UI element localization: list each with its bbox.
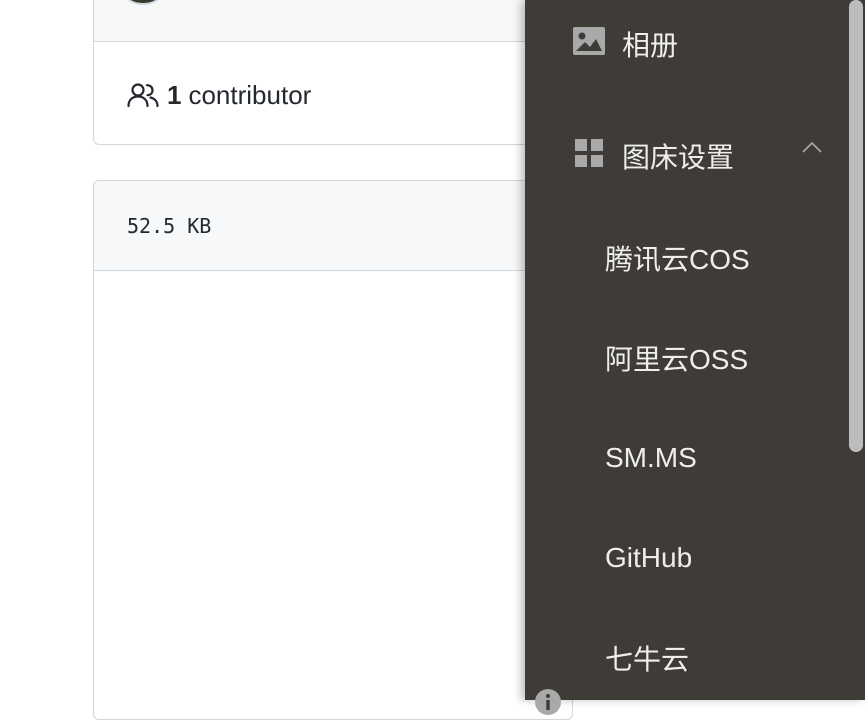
menu-item-image-host-settings[interactable]: 图床设置	[525, 112, 865, 194]
info-icon[interactable]	[534, 688, 562, 716]
submenu-item-tencent-cos[interactable]: 腾讯云COS	[525, 208, 865, 308]
commit-card: 1 contributor	[93, 0, 573, 145]
menu-item-album[interactable]: 相册	[525, 0, 865, 82]
submenu-item-qiniu[interactable]: 七牛云	[525, 608, 865, 708]
submenu-item-github[interactable]: GitHub	[525, 508, 865, 608]
contributor-count: 1	[167, 79, 182, 110]
menu-item-album-label: 相册	[622, 30, 679, 61]
people-icon	[127, 82, 159, 108]
file-card: 52.5 KB	[93, 180, 573, 720]
grid-icon	[572, 136, 606, 170]
submenu-item-label: 七牛云	[605, 644, 690, 675]
submenu-item-label: SM.MS	[605, 442, 697, 473]
submenu-item-label: GitHub	[605, 542, 693, 573]
side-drawer: 相册 图床设置 腾讯云COS 阿里云OSS SM.MS GitHub 七牛云	[525, 0, 865, 715]
submenu-item-smms[interactable]: SM.MS	[525, 408, 865, 508]
file-header: 52.5 KB	[94, 181, 572, 271]
submenu-item-label: 阿里云OSS	[605, 344, 749, 375]
menu-item-image-host-settings-label: 图床设置	[622, 142, 735, 173]
drawer-scrollbar[interactable]	[849, 0, 863, 452]
contributors-link[interactable]: 1 contributor	[127, 79, 312, 110]
submenu-item-label: 腾讯云COS	[605, 244, 750, 275]
submenu-item-aliyun-oss[interactable]: 阿里云OSS	[525, 308, 865, 408]
image-icon	[572, 24, 606, 58]
commit-row	[94, 0, 572, 42]
contributor-label: contributor	[188, 79, 312, 110]
file-size: 52.5 KB	[127, 214, 212, 238]
avatar[interactable]	[118, 0, 168, 5]
chevron-up-icon[interactable]	[800, 136, 824, 160]
